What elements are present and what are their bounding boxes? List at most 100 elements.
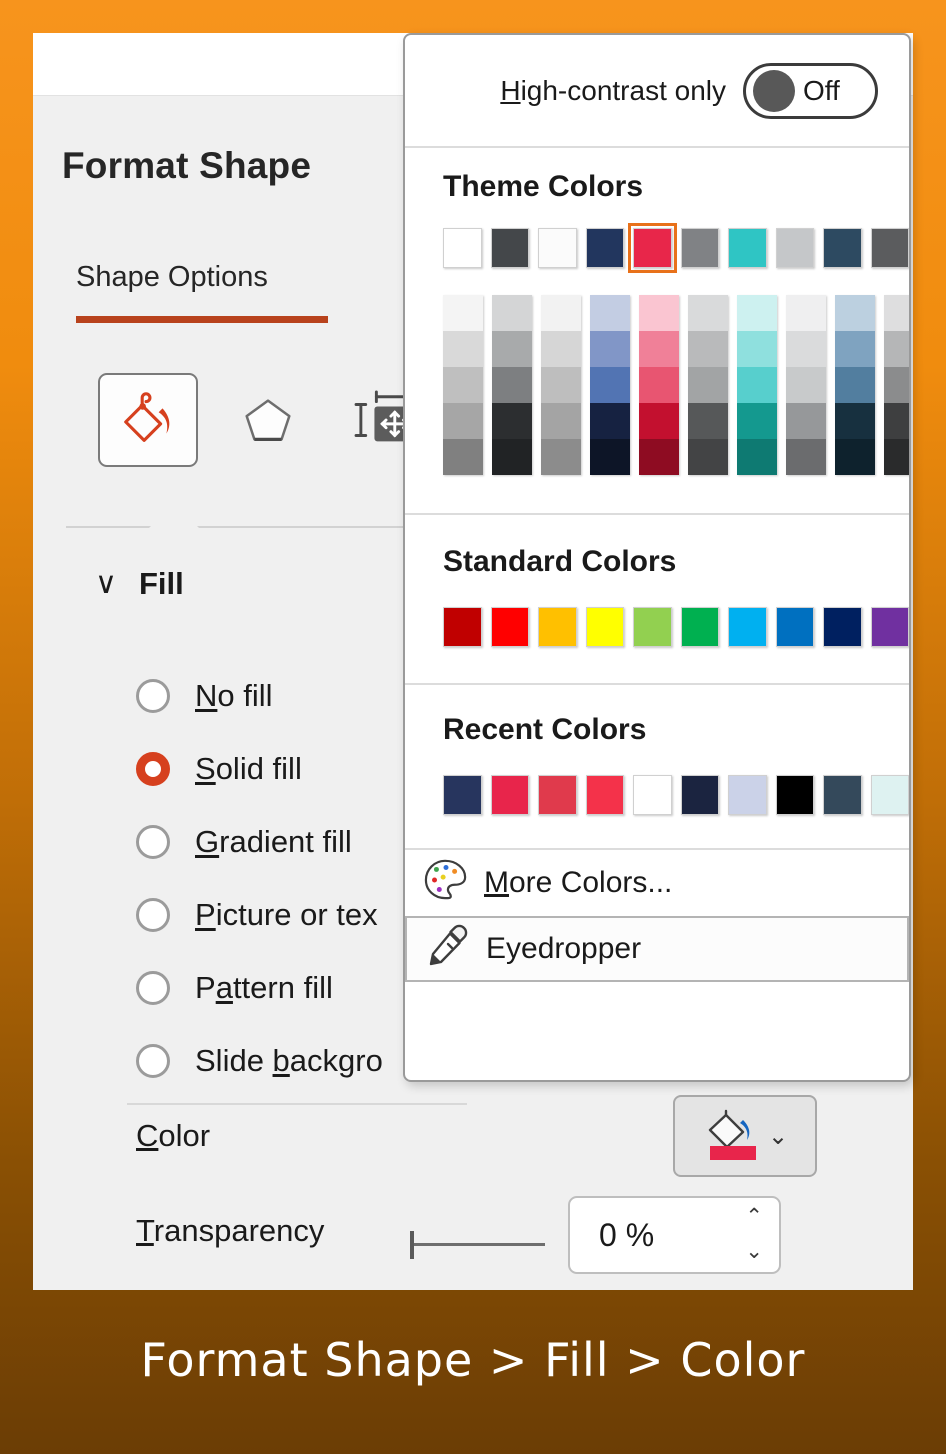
radio-gradient-fill[interactable]: Gradient fill: [136, 805, 383, 878]
transparency-slider[interactable]: [410, 1229, 545, 1259]
theme-swatch-4-selected[interactable]: [628, 223, 677, 273]
fill-and-line-tab-button[interactable]: [98, 373, 198, 467]
variant-swatch[interactable]: [884, 295, 909, 331]
recent-swatch-3[interactable]: [585, 775, 624, 815]
variant-swatch[interactable]: [443, 403, 483, 439]
variant-swatch[interactable]: [639, 403, 679, 439]
standard-swatch-red[interactable]: [490, 607, 529, 647]
more-colors-menu-item[interactable]: More Colors...: [405, 850, 909, 916]
fill-section-header[interactable]: ∨ Fill: [95, 566, 184, 602]
variant-swatch[interactable]: [737, 403, 777, 439]
standard-swatch-yellow[interactable]: [585, 607, 624, 647]
variant-swatch[interactable]: [492, 403, 532, 439]
variant-swatch[interactable]: [688, 367, 728, 403]
theme-swatch-1[interactable]: [490, 228, 529, 268]
variant-swatch[interactable]: [541, 367, 581, 403]
standard-swatch-orange[interactable]: [538, 607, 577, 647]
variant-swatch[interactable]: [639, 439, 679, 475]
variant-swatch[interactable]: [835, 295, 875, 331]
theme-swatch-3[interactable]: [585, 228, 624, 268]
variant-swatch[interactable]: [835, 403, 875, 439]
theme-swatch-7[interactable]: [775, 228, 814, 268]
high-contrast-row[interactable]: High-contrast only Off: [405, 35, 909, 146]
recent-swatch-5[interactable]: [680, 775, 719, 815]
variant-swatch[interactable]: [737, 331, 777, 367]
variant-swatch[interactable]: [541, 295, 581, 331]
variant-swatch[interactable]: [639, 331, 679, 367]
variant-swatch[interactable]: [786, 439, 826, 475]
variant-swatch[interactable]: [786, 367, 826, 403]
radio-no-fill[interactable]: No fill: [136, 659, 383, 732]
variant-swatch[interactable]: [590, 295, 630, 331]
variant-swatch[interactable]: [590, 403, 630, 439]
variant-swatch[interactable]: [443, 439, 483, 475]
variant-swatch[interactable]: [541, 403, 581, 439]
theme-swatch-2[interactable]: [538, 228, 577, 268]
variant-swatch[interactable]: [884, 331, 909, 367]
eyedropper-menu-item[interactable]: Eyedropper: [405, 916, 909, 982]
variant-swatch[interactable]: [737, 367, 777, 403]
variant-swatch[interactable]: [443, 295, 483, 331]
variant-swatch[interactable]: [492, 439, 532, 475]
high-contrast-toggle[interactable]: Off: [743, 62, 878, 119]
variant-swatch[interactable]: [492, 367, 532, 403]
recent-swatch-7[interactable]: [775, 775, 814, 815]
theme-swatch-9[interactable]: [870, 228, 909, 268]
radio-pattern-fill[interactable]: Pattern fill: [136, 951, 383, 1024]
standard-swatch-dark-red[interactable]: [443, 607, 482, 647]
variant-swatch[interactable]: [688, 403, 728, 439]
theme-swatch-6[interactable]: [728, 228, 767, 268]
recent-swatch-0[interactable]: [443, 775, 482, 815]
variant-swatch[interactable]: [884, 367, 909, 403]
variant-swatch[interactable]: [884, 403, 909, 439]
theme-swatch-0[interactable]: [443, 228, 482, 268]
recent-swatch-9[interactable]: [870, 775, 909, 815]
variant-swatch[interactable]: [492, 331, 532, 367]
recent-swatch-1[interactable]: [490, 775, 529, 815]
effects-tab-button[interactable]: [218, 373, 318, 467]
radio-slide-background-fill[interactable]: Slide backgro: [136, 1024, 383, 1097]
variant-swatch[interactable]: [443, 331, 483, 367]
theme-swatch-8[interactable]: [823, 228, 862, 268]
radio-solid-fill[interactable]: Solid fill: [136, 732, 383, 805]
standard-swatch-blue[interactable]: [775, 607, 814, 647]
standard-swatch-green[interactable]: [680, 607, 719, 647]
variant-swatch[interactable]: [737, 295, 777, 331]
variant-swatch[interactable]: [639, 367, 679, 403]
spinner-down-button[interactable]: ⌄: [745, 1241, 763, 1262]
variant-swatch[interactable]: [737, 439, 777, 475]
color-picker-button[interactable]: ⌄: [673, 1095, 817, 1177]
variant-swatch[interactable]: [835, 439, 875, 475]
spinner-up-button[interactable]: ⌃: [745, 1206, 763, 1227]
recent-swatch-8[interactable]: [823, 775, 862, 815]
variant-swatch[interactable]: [590, 439, 630, 475]
variant-swatch[interactable]: [786, 403, 826, 439]
variant-swatch[interactable]: [492, 295, 532, 331]
standard-swatch-purple[interactable]: [870, 607, 909, 647]
radio-picture-or-texture-fill[interactable]: Picture or tex: [136, 878, 383, 951]
variant-swatch[interactable]: [786, 331, 826, 367]
variant-swatch[interactable]: [590, 331, 630, 367]
variant-swatch[interactable]: [835, 331, 875, 367]
standard-swatch-light-blue[interactable]: [728, 607, 767, 647]
variant-swatch[interactable]: [835, 367, 875, 403]
variant-swatch[interactable]: [639, 295, 679, 331]
theme-swatch-5[interactable]: [680, 228, 719, 268]
tab-shape-options[interactable]: Shape Options: [76, 261, 268, 294]
recent-swatch-6[interactable]: [728, 775, 767, 815]
variant-swatch[interactable]: [541, 439, 581, 475]
transparency-spinner[interactable]: 0 % ⌃ ⌄: [568, 1196, 781, 1274]
slider-handle[interactable]: [410, 1231, 414, 1259]
variant-swatch[interactable]: [786, 295, 826, 331]
variant-swatch[interactable]: [688, 331, 728, 367]
recent-swatch-2[interactable]: [538, 775, 577, 815]
variant-swatch[interactable]: [541, 331, 581, 367]
variant-swatch[interactable]: [884, 439, 909, 475]
variant-swatch[interactable]: [688, 439, 728, 475]
variant-swatch[interactable]: [443, 367, 483, 403]
variant-swatch[interactable]: [688, 295, 728, 331]
standard-swatch-light-green[interactable]: [633, 607, 672, 647]
variant-swatch[interactable]: [590, 367, 630, 403]
standard-swatch-dark-blue[interactable]: [823, 607, 862, 647]
recent-swatch-4[interactable]: [633, 775, 672, 815]
